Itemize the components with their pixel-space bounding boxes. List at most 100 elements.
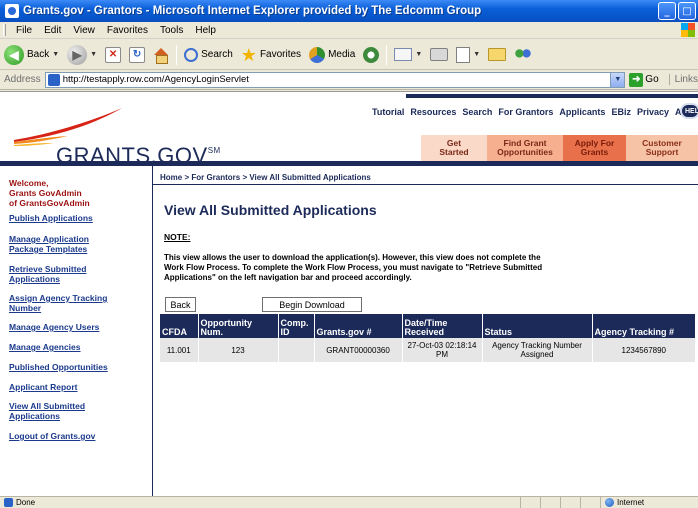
menu-view[interactable]: View — [67, 25, 101, 36]
chevron-down-icon[interactable]: ▼ — [52, 51, 59, 58]
sidebar-item-label: Assign Agency Tracking — [9, 293, 108, 303]
back-button[interactable]: ◀ Back ▼ — [0, 43, 63, 67]
favorites-button[interactable]: ★ Favorites — [237, 43, 305, 67]
submitted-applications-table: CFDA Opportunity Num. Comp. ID Grants.gov … — [160, 314, 695, 362]
window-controls: _ □ — [658, 2, 696, 20]
column-header-cfda: CFDA — [160, 314, 199, 338]
util-nav-resources[interactable]: Resources — [407, 107, 459, 117]
note-line: Work Flow Process. To complete the Work … — [164, 263, 543, 272]
begin-download-button[interactable]: Begin Download — [262, 297, 362, 312]
column-header-date-received: Date/Time Received — [402, 314, 483, 338]
menu-edit[interactable]: Edit — [38, 25, 67, 36]
messenger-button[interactable] — [510, 43, 536, 67]
chevron-down-icon[interactable]: ▼ — [610, 72, 625, 87]
menu-tools[interactable]: Tools — [154, 25, 189, 36]
links-button[interactable]: Links — [668, 74, 698, 85]
header-text: Agency Tracking # — [594, 327, 675, 337]
sidebar-item-label: Manage Agency Users — [9, 322, 100, 332]
help-button[interactable]: HEL — [680, 103, 698, 119]
search-label: Search — [201, 49, 233, 60]
welcome-user: Grants GovAdmin — [9, 188, 82, 198]
header-text: Grants.gov # — [316, 327, 372, 337]
cell-status: Agency Tracking Number Assigned — [482, 338, 593, 362]
toolbar: ◀ Back ▼ ▶ ▼ ✕ ↻ Search ★ Favorites Medi… — [0, 40, 698, 70]
window-title: Grants.gov - Grantors - Microsoft Intern… — [23, 5, 482, 17]
forward-button[interactable]: ▶ ▼ — [63, 43, 101, 67]
tab-get-started[interactable]: Get Started — [421, 135, 487, 161]
sidebar-item-assign-agency-tracking-number[interactable]: Assign Agency Tracking Number — [9, 293, 149, 313]
zone-label: Internet — [617, 498, 645, 507]
address-url[interactable]: http://testapply.row.com/AgencyLoginServ… — [63, 74, 249, 85]
util-nav-tutorial[interactable]: Tutorial — [369, 107, 407, 117]
header-text: Received — [404, 327, 445, 337]
sidebar-item-applicant-report[interactable]: Applicant Report — [9, 382, 149, 392]
column-header-status: Status — [482, 314, 593, 338]
star-icon: ★ — [240, 44, 257, 65]
go-button[interactable]: ➜ Go — [629, 72, 659, 87]
table-row[interactable]: 11.001 123 GRANT00000360 27-Oct-03 02:18… — [160, 338, 695, 362]
menu-bar: File Edit View Favorites Tools Help — [0, 22, 698, 39]
column-header-opportunity-num: Opportunity Num. — [198, 314, 279, 338]
edit-button[interactable]: ▼ — [452, 43, 484, 67]
page-icon — [47, 73, 60, 86]
sidebar-item-logout[interactable]: Logout of Grants.gov — [9, 431, 149, 441]
sidebar-item-label: Published Opportunities — [9, 362, 108, 372]
util-nav-applicants[interactable]: Applicants — [556, 107, 608, 117]
mail-icon — [394, 48, 413, 61]
grants-gov-swoosh-logo-icon — [14, 108, 122, 146]
security-zone: Internet — [600, 497, 644, 508]
header-top-rule — [406, 94, 698, 98]
refresh-icon: ↻ — [129, 46, 146, 63]
cell-comp-id — [278, 338, 315, 362]
util-nav-privacy[interactable]: Privacy — [634, 107, 672, 117]
title-bar[interactable]: Grants.gov - Grantors - Microsoft Intern… — [0, 0, 698, 22]
sidebar-item-view-all-submitted-applications[interactable]: View All Submitted Applications — [9, 401, 149, 421]
stop-button[interactable]: ✕ — [101, 43, 125, 67]
print-button[interactable] — [426, 43, 452, 67]
ie-icon — [5, 4, 19, 18]
util-nav-for-grantors[interactable]: For Grantors — [495, 107, 556, 117]
util-nav-ebiz[interactable]: EBiz — [608, 107, 634, 117]
folder-button[interactable] — [484, 43, 510, 67]
sidebar-item-published-opportunities[interactable]: Published Opportunities — [9, 362, 149, 372]
util-nav-search[interactable]: Search — [459, 107, 495, 117]
chevron-down-icon[interactable]: ▼ — [415, 51, 422, 58]
column-header-agency-tracking: Agency Tracking # — [592, 314, 695, 338]
tab-find-grant-opportunities[interactable]: Find Grant Opportunities — [487, 135, 563, 161]
status-text: Done — [16, 497, 36, 507]
minimize-button[interactable]: _ — [658, 2, 676, 20]
menu-favorites[interactable]: Favorites — [101, 25, 154, 36]
mail-button[interactable]: ▼ — [390, 43, 426, 67]
sidebar-item-publish-applications[interactable]: Publish Applications — [9, 213, 149, 223]
media-icon — [309, 46, 326, 63]
maximize-button[interactable]: □ — [678, 2, 696, 20]
address-input[interactable]: http://testapply.row.com/AgencyLoginServ… — [44, 71, 626, 88]
tab-apply-for-grants[interactable]: Apply For Grants — [563, 135, 626, 161]
chevron-down-icon[interactable]: ▼ — [473, 51, 480, 58]
chevron-down-icon[interactable]: ▼ — [90, 51, 97, 58]
address-label: Address — [4, 74, 41, 85]
tab-customer-support[interactable]: Customer Support — [626, 135, 698, 161]
sidebar-item-manage-agency-users[interactable]: Manage Agency Users — [9, 322, 149, 332]
sidebar-item-manage-agencies[interactable]: Manage Agencies — [9, 342, 149, 352]
note-label: NOTE: — [164, 232, 191, 242]
search-icon — [184, 47, 199, 62]
sidebar-item-label: Retrieve Submitted — [9, 264, 87, 274]
history-button[interactable] — [359, 43, 383, 67]
menu-file[interactable]: File — [10, 25, 38, 36]
back-button[interactable]: Back — [165, 297, 196, 312]
service-mark: SM — [207, 146, 221, 155]
sidebar-item-retrieve-submitted-applications[interactable]: Retrieve Submitted Applications — [9, 264, 149, 284]
breadcrumb-divider — [153, 184, 698, 185]
search-button[interactable]: Search — [180, 43, 237, 67]
menu-help[interactable]: Help — [189, 25, 222, 36]
sidebar-item-label: Applications — [9, 274, 61, 284]
breadcrumb[interactable]: Home > For Grantors > View All Submitted… — [160, 173, 371, 182]
welcome-line: Welcome, — [9, 178, 49, 188]
refresh-button[interactable]: ↻ — [125, 43, 149, 67]
page-title: View All Submitted Applications — [164, 202, 377, 218]
sidebar-item-manage-application-package-templates[interactable]: Manage Application Package Templates — [9, 234, 149, 254]
home-button[interactable] — [149, 43, 173, 67]
media-button[interactable]: Media — [305, 43, 359, 67]
cell-cfda: 11.001 — [160, 338, 199, 362]
